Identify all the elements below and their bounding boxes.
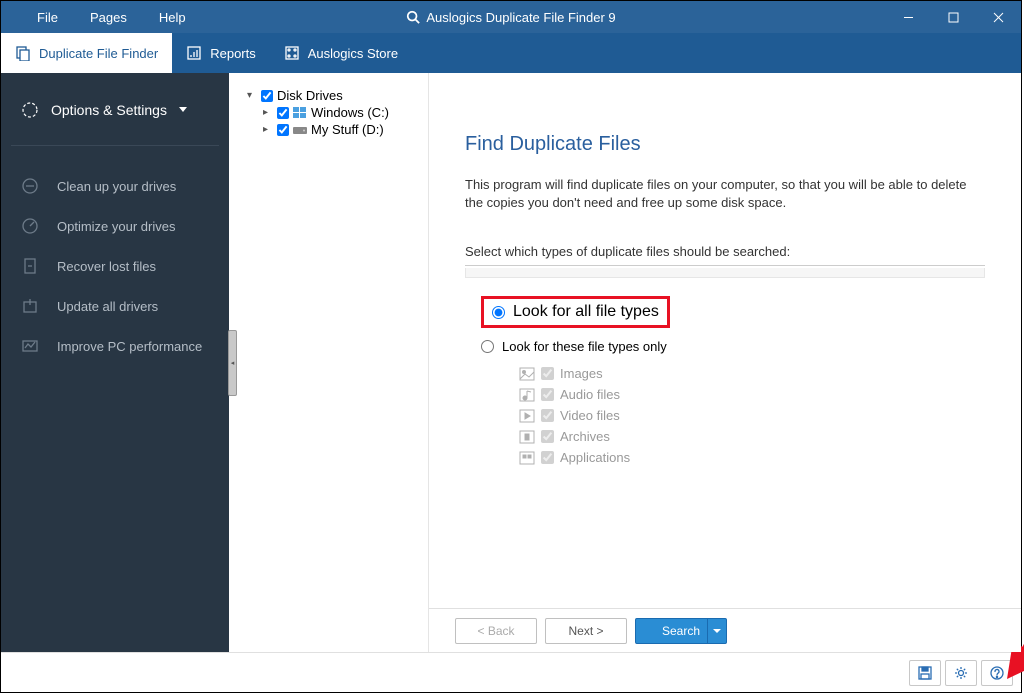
drive-tree: ▾ Disk Drives ▸ Windows (C:) ▸ My Stuff … (229, 73, 429, 652)
save-icon (918, 666, 932, 680)
next-button[interactable]: Next > (545, 618, 627, 644)
tab-reports[interactable]: Reports (172, 33, 270, 73)
menu-help[interactable]: Help (143, 4, 202, 31)
sidebar-item-performance[interactable]: Improve PC performance (1, 326, 229, 366)
performance-icon (21, 337, 39, 355)
radio-only-label: Look for these file types only (502, 339, 667, 354)
dff-icon (15, 45, 31, 61)
main-content: Find Duplicate Files This program will f… (429, 73, 1021, 652)
filetype-audio: Audio files (519, 384, 985, 405)
filetype-label: Archives (560, 429, 610, 444)
tab-store[interactable]: Auslogics Store (270, 33, 412, 73)
checkbox-drive-d[interactable] (277, 124, 289, 136)
magnifier-icon (406, 10, 420, 24)
recover-icon (21, 257, 39, 275)
expand-icon[interactable]: ▸ (263, 107, 273, 118)
tree-root-label: Disk Drives (277, 88, 343, 103)
windows-drive-icon (293, 107, 307, 119)
archives-icon (519, 430, 535, 444)
bottom-toolbar (1, 652, 1021, 692)
menu-file[interactable]: File (21, 4, 74, 31)
sidebar-label: Update all drivers (57, 299, 158, 314)
wizard-nav: < Back Next > Search (429, 608, 1021, 652)
sidebar-label: Improve PC performance (57, 339, 202, 354)
video-icon (519, 409, 535, 423)
tab-strip: Duplicate File Finder Reports Auslogics … (1, 33, 1021, 73)
tab-store-label: Auslogics Store (308, 46, 398, 61)
window-title: Auslogics Duplicate File Finder 9 (426, 10, 615, 25)
checkbox-audio (541, 388, 554, 401)
page-heading: Find Duplicate Files (465, 133, 985, 156)
close-button[interactable] (976, 1, 1021, 33)
sidebar-label: Recover lost files (57, 259, 156, 274)
brush-icon (21, 177, 39, 195)
sidebar-item-optimize[interactable]: Optimize your drives (1, 206, 229, 246)
applications-icon (519, 451, 535, 465)
sidebar-label: Clean up your drives (57, 179, 176, 194)
reports-icon (186, 45, 202, 61)
chevron-down-icon (179, 107, 187, 112)
sidebar: Options & Settings Clean up your drives … (1, 73, 229, 652)
maximize-button[interactable] (931, 1, 976, 33)
filetype-video: Video files (519, 405, 985, 426)
drive-label: Windows (C:) (311, 105, 389, 120)
sidebar-label: Optimize your drives (57, 219, 175, 234)
audio-icon (519, 388, 535, 402)
tab-reports-label: Reports (210, 46, 256, 61)
checkbox-images (541, 367, 554, 380)
menu-pages[interactable]: Pages (74, 4, 143, 31)
filetype-label: Audio files (560, 387, 620, 402)
empty-bar (465, 268, 985, 278)
filetype-label: Images (560, 366, 603, 381)
checkbox-disk-drives[interactable] (261, 90, 273, 102)
filetype-label: Video files (560, 408, 620, 423)
filetype-images: Images (519, 363, 985, 384)
save-icon-button[interactable] (909, 660, 941, 686)
checkbox-video (541, 409, 554, 422)
filetype-applications: Applications (519, 447, 985, 468)
tree-drive-d[interactable]: ▸ My Stuff (D:) (237, 121, 420, 138)
speed-icon (21, 217, 39, 235)
checkbox-archives (541, 430, 554, 443)
radio-only-types[interactable] (481, 340, 494, 353)
options-settings-label: Options & Settings (51, 102, 167, 118)
gear-icon (954, 666, 968, 680)
drive-label: My Stuff (D:) (311, 122, 384, 137)
filetype-label: Applications (560, 450, 630, 465)
tree-root[interactable]: ▾ Disk Drives (237, 87, 420, 104)
collapse-icon[interactable]: ▾ (247, 90, 257, 101)
checkbox-applications (541, 451, 554, 464)
filetype-archives: Archives (519, 426, 985, 447)
tab-duplicate-file-finder[interactable]: Duplicate File Finder (1, 33, 172, 73)
search-button[interactable]: Search (635, 618, 727, 644)
question-icon (990, 666, 1004, 680)
tree-drive-c[interactable]: ▸ Windows (C:) (237, 104, 420, 121)
help-icon-button[interactable] (981, 660, 1013, 686)
sidebar-item-recover[interactable]: Recover lost files (1, 246, 229, 286)
hdd-icon (293, 124, 307, 136)
options-settings-button[interactable]: Options & Settings (1, 73, 229, 146)
settings-icon-button[interactable] (945, 660, 977, 686)
back-button[interactable]: < Back (455, 618, 537, 644)
splitter-handle[interactable] (228, 330, 237, 396)
annotation-highlight: Look for all file types (481, 296, 670, 328)
sidebar-item-drivers[interactable]: Update all drivers (1, 286, 229, 326)
chevron-down-icon[interactable] (713, 629, 721, 633)
update-icon (21, 297, 39, 315)
expand-icon[interactable]: ▸ (263, 124, 273, 135)
page-description: This program will find duplicate files o… (465, 176, 985, 212)
divider (465, 265, 985, 266)
gear-dashed-icon (21, 101, 39, 119)
tab-dff-label: Duplicate File Finder (39, 46, 158, 61)
sidebar-item-cleanup[interactable]: Clean up your drives (1, 166, 229, 206)
images-icon (519, 367, 535, 381)
store-icon (284, 45, 300, 61)
checkbox-drive-c[interactable] (277, 107, 289, 119)
title-bar: File Pages Help Auslogics Duplicate File… (1, 1, 1021, 33)
radio-all-label: Look for all file types (513, 303, 659, 321)
section-label: Select which types of duplicate files sh… (465, 244, 985, 259)
minimize-button[interactable] (886, 1, 931, 33)
radio-all-types[interactable] (492, 306, 505, 319)
